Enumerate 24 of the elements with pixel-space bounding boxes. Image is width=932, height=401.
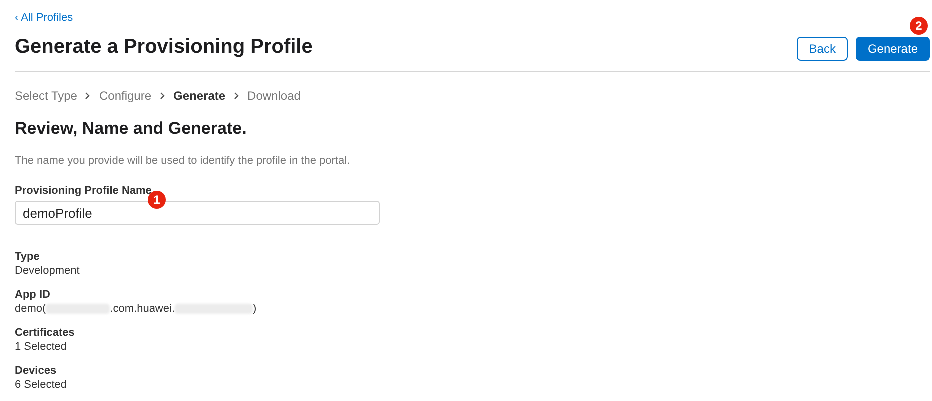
page-title: Generate a Provisioning Profile <box>15 36 313 59</box>
detail-label: Certificates <box>15 327 76 339</box>
detail-value: Development <box>15 265 80 277</box>
step-badge: 2 <box>910 17 928 35</box>
chevron-icon <box>85 92 92 100</box>
breadcrumb-step: Download <box>248 89 301 103</box>
breadcrumb-step: Generate <box>174 89 226 103</box>
description: The name you provide will be used to identify the profile in the portal. <box>15 155 352 167</box>
detail-label: App ID <box>15 289 52 301</box>
chevron-icon <box>234 92 240 100</box>
detail-value: ) <box>253 303 257 315</box>
detail-label: Devices <box>15 365 58 377</box>
breadcrumb-step: Configure <box>99 89 152 103</box>
detail-value: 6 Selected <box>15 379 67 391</box>
detail-value: .com.huawei. <box>110 303 175 315</box>
detail-label: Type <box>15 251 41 263</box>
detail-value: 1 Selected <box>15 341 67 353</box>
back-link[interactable]: ‹ All Profiles <box>15 12 74 24</box>
generate-button[interactable]: Generate <box>856 37 930 61</box>
chevron-icon <box>160 92 166 100</box>
detail-value: demo( <box>15 303 46 315</box>
breadcrumb-step: Select Type <box>15 89 78 103</box>
section-heading: Review, Name and Generate. <box>15 119 248 139</box>
back-button[interactable]: Back <box>797 37 848 61</box>
